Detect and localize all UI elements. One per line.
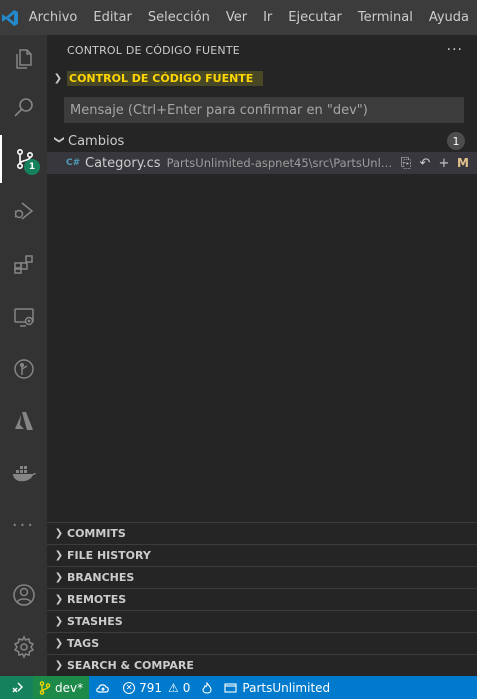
chevron-right-icon: ❯	[54, 528, 64, 539]
changed-file-row[interactable]: C# Category.cs PartsUnlimited-aspnet45\s…	[47, 152, 477, 174]
chevron-right-icon: ❯	[54, 660, 64, 671]
pane-stashes[interactable]: ❯ STASHES	[47, 610, 477, 632]
flame-icon[interactable]	[196, 676, 218, 699]
file-name: Category.cs	[85, 155, 161, 171]
extensions-icon[interactable]	[0, 241, 47, 289]
branch-indicator[interactable]: dev*	[33, 676, 90, 699]
pane-label: TAGS	[67, 637, 100, 650]
chevron-down-icon: ❯	[53, 135, 65, 144]
search-icon[interactable]	[0, 83, 47, 131]
changes-group[interactable]: ❯ Cambios 1	[47, 130, 477, 152]
sidebar-title: CONTROL DE CÓDIGO FUENTE	[67, 43, 240, 57]
sync-icon[interactable]	[89, 676, 117, 699]
chevron-right-icon: ❯	[54, 550, 64, 561]
settings-gear-icon[interactable]	[0, 623, 47, 671]
changes-label: Cambios	[68, 133, 125, 149]
chevron-right-icon: ❯	[54, 572, 64, 583]
chevron-right-icon: ❯	[54, 616, 64, 627]
pane-label: FILE HISTORY	[67, 549, 151, 562]
pane-label: SEARCH & COMPARE	[67, 659, 194, 672]
remote-indicator-icon[interactable]	[0, 676, 33, 699]
file-actions: ⎘ ↶ + M	[399, 156, 470, 171]
remote-explorer-icon[interactable]	[0, 293, 47, 341]
pane-label: STASHES	[67, 615, 123, 628]
changes-count-badge: 1	[447, 132, 465, 150]
vscode-logo-icon	[0, 0, 21, 35]
commit-message-input[interactable]: Mensaje (Ctrl+Enter para confirmar en "d…	[64, 97, 464, 123]
branch-icon	[39, 680, 51, 695]
explorer-icon[interactable]	[0, 35, 47, 83]
open-file-icon[interactable]: ⎘	[399, 156, 413, 171]
menu-bar: Archivo Editar Selección Ver Ir Ejecutar…	[21, 0, 477, 35]
error-icon: ✕	[123, 681, 136, 694]
chevron-right-icon: ❯	[54, 594, 64, 605]
menu-seleccion[interactable]: Selección	[140, 0, 218, 35]
pane-remotes[interactable]: ❯ REMOTES	[47, 588, 477, 610]
pane-label: REMOTES	[67, 593, 127, 606]
collapsed-panes: ❯ COMMITS ❯ FILE HISTORY ❯ BRANCHES ❯ REMOTE…	[47, 522, 477, 676]
scm-section-title: CONTROL DE CÓDIGO FUENTE	[67, 70, 264, 86]
menu-ayuda[interactable]: Ayuda	[421, 0, 477, 35]
branch-name: dev*	[55, 680, 84, 695]
source-control-icon[interactable]: 1	[0, 135, 47, 183]
menu-editar[interactable]: Editar	[85, 0, 140, 35]
docker-icon[interactable]	[0, 449, 47, 497]
status-bar: dev* ✕ 791 ⚠ 0 PartsUnlimited	[0, 676, 477, 699]
project-name: PartsUnlimited	[242, 680, 331, 695]
pane-label: BRANCHES	[67, 571, 135, 584]
run-debug-icon[interactable]	[0, 187, 47, 235]
activity-bar: 1 ···	[0, 35, 47, 676]
git-graph-icon[interactable]	[0, 345, 47, 393]
pane-tags[interactable]: ❯ TAGS	[47, 632, 477, 654]
chevron-right-icon: ❯	[54, 638, 64, 649]
source-control-sidebar: CONTROL DE CÓDIGO FUENTE ··· ❯ CONTROL D…	[47, 35, 477, 676]
warning-count: 0	[182, 680, 191, 695]
stage-changes-icon[interactable]: +	[437, 156, 451, 171]
menu-terminal[interactable]: Terminal	[350, 0, 421, 35]
modified-status: M	[457, 156, 469, 170]
csharp-file-icon: C#	[66, 158, 81, 168]
folder-icon	[224, 683, 237, 693]
menu-archivo[interactable]: Archivo	[21, 0, 86, 35]
scm-badge: 1	[24, 159, 40, 175]
azure-icon[interactable]	[0, 397, 47, 445]
pane-label: COMMITS	[67, 527, 126, 540]
accounts-icon[interactable]	[0, 571, 47, 619]
scm-section-header[interactable]: ❯ CONTROL DE CÓDIGO FUENTE	[47, 65, 477, 91]
chevron-down-icon: ❯	[53, 72, 63, 84]
problems-indicator[interactable]: ✕ 791 ⚠ 0	[117, 676, 196, 699]
error-count: 791	[139, 680, 163, 695]
menu-ir[interactable]: Ir	[255, 0, 280, 35]
menu-ejecutar[interactable]: Ejecutar	[280, 0, 350, 35]
pane-search-compare[interactable]: ❯ SEARCH & COMPARE	[47, 654, 477, 676]
project-indicator[interactable]: PartsUnlimited	[218, 676, 336, 699]
pane-branches[interactable]: ❯ BRANCHES	[47, 566, 477, 588]
warning-icon: ⚠	[168, 680, 179, 695]
discard-changes-icon[interactable]: ↶	[418, 156, 432, 171]
file-path: PartsUnlimited-aspnet45\src\PartsUnlimit…	[166, 156, 395, 170]
sidebar-header: CONTROL DE CÓDIGO FUENTE ···	[47, 35, 477, 65]
pane-file-history[interactable]: ❯ FILE HISTORY	[47, 544, 477, 566]
pane-commits[interactable]: ❯ COMMITS	[47, 522, 477, 544]
menu-ver[interactable]: Ver	[218, 0, 255, 35]
title-bar: Archivo Editar Selección Ver Ir Ejecutar…	[0, 0, 477, 35]
more-actions-icon[interactable]: ···	[447, 42, 463, 58]
more-views-icon[interactable]: ···	[0, 501, 47, 549]
